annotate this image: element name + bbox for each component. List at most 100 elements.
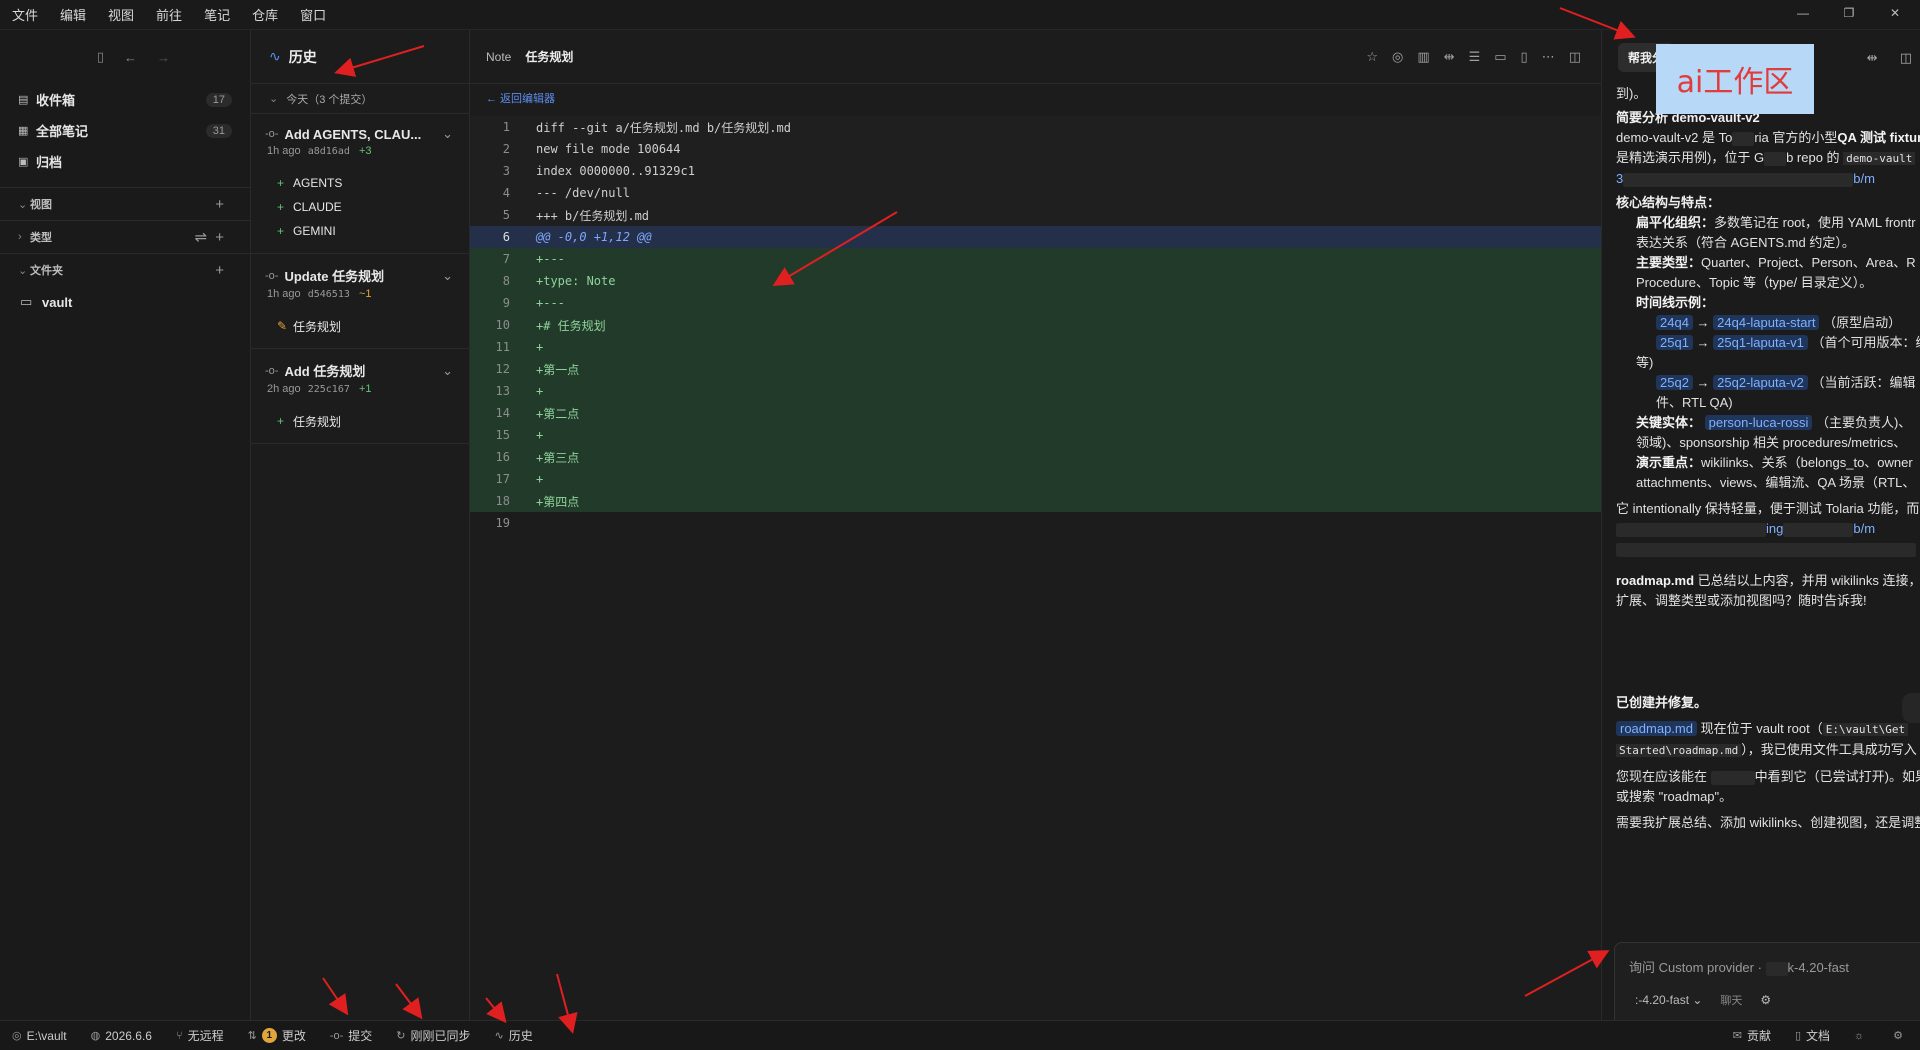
check-circle-icon[interactable]: ◎ bbox=[1392, 49, 1403, 65]
wikilink[interactable]: 25q1-laputa-v1 bbox=[1713, 335, 1808, 350]
commit-delta: ~1 bbox=[358, 288, 372, 300]
diff-line: 15 + bbox=[470, 424, 1601, 446]
link[interactable]: 3 bbox=[1616, 171, 1623, 186]
wikilink[interactable]: 25q2-laputa-v2 bbox=[1713, 375, 1808, 390]
status-changes[interactable]: ⇅ 1 更改 bbox=[236, 1027, 318, 1044]
notes-icon: ▦ bbox=[18, 125, 29, 137]
section-views[interactable]: ⌄ 视图 + bbox=[0, 188, 250, 220]
link[interactable]: b/m bbox=[1853, 171, 1875, 186]
message-line: 演示重点：wikilinks、关系（belongs_to、owner bbox=[1616, 453, 1920, 473]
window-controls: — ❐ ✕ bbox=[1780, 6, 1918, 20]
commit-file[interactable]: + AGENTS bbox=[265, 171, 469, 195]
split-icon[interactable]: ⇹ bbox=[1444, 49, 1455, 65]
add-folder-icon[interactable]: + bbox=[215, 262, 232, 279]
wikilink[interactable]: roadmap.md bbox=[1616, 721, 1697, 736]
text: 关键实体： bbox=[1636, 415, 1702, 430]
diff-line: 12 +第一点 bbox=[470, 358, 1601, 380]
breadcrumb-note[interactable]: Note bbox=[486, 50, 511, 64]
menu-file[interactable]: 文件 bbox=[12, 5, 38, 24]
vault-icon: ◎ bbox=[12, 1030, 22, 1042]
commit-file[interactable]: ✎ 任务规划 bbox=[265, 314, 469, 338]
chevron-down-icon[interactable]: ⌄ bbox=[442, 268, 453, 284]
commit-file[interactable]: + CLAUDE bbox=[265, 195, 469, 219]
wikilink[interactable]: person-luca-rossi bbox=[1704, 415, 1813, 430]
minimize-icon[interactable]: — bbox=[1780, 6, 1826, 20]
map-icon[interactable]: ▥ bbox=[1417, 49, 1429, 65]
commit-entry[interactable]: -o- Add AGENTS, CLAU... ⌄ 1h ago a8d16ad… bbox=[251, 114, 469, 254]
wikilink[interactable]: 25q2 bbox=[1656, 375, 1693, 390]
list-icon[interactable]: ☰ bbox=[1469, 49, 1481, 65]
status-history[interactable]: ∿ 历史 bbox=[483, 1027, 545, 1044]
composer-placeholder[interactable]: 询问 Custom provider · k-4.20-fast bbox=[1615, 943, 1920, 976]
ai-composer[interactable]: 询问 Custom provider · k-4.20-fast :-4.20-… bbox=[1614, 942, 1920, 1020]
message-line: 25q1 → 25q1-laputa-v1 （首个可用版本：编 bbox=[1616, 333, 1920, 353]
menu-view[interactable]: 视图 bbox=[108, 5, 134, 24]
wikilink[interactable]: 24q4 bbox=[1656, 315, 1693, 330]
chat-mode-label[interactable]: 聊天 bbox=[1720, 992, 1742, 1008]
commit-entry[interactable]: -o- Add 任务规划 ⌄ 2h ago 225c167 +1 + 任务规划 bbox=[251, 349, 469, 444]
close-icon[interactable]: ✕ bbox=[1872, 6, 1918, 20]
maximize-icon[interactable]: ❐ bbox=[1826, 6, 1872, 20]
star-icon[interactable]: ☆ bbox=[1366, 49, 1378, 65]
status-sync[interactable]: ↻ 刚刚已同步 bbox=[384, 1027, 482, 1044]
add-view-icon[interactable]: + bbox=[215, 196, 232, 213]
left-sidebar: ▯ ← → ▤ 收件箱 17 ▦ 全部笔记 31 ▣ 归档 ⌄ 视图 + › 类… bbox=[0, 30, 251, 1020]
diff-editor: Note 任务规划 ☆ ◎ ▥ ⇹ ☰ ▭ ▯ ⋯ ◫ ← 返回编辑器 1 dif… bbox=[470, 30, 1601, 1020]
sidebar-item-archive[interactable]: ▣ 归档 bbox=[0, 146, 250, 177]
section-label: 文件夹 bbox=[30, 265, 63, 277]
line-number: 15 bbox=[495, 428, 510, 442]
message-line: 表达关系（符合 AGENTS.md 约定）。 bbox=[1636, 235, 1855, 250]
menu-window[interactable]: 窗口 bbox=[300, 5, 326, 24]
sidebar-item-all-notes[interactable]: ▦ 全部笔记 31 bbox=[0, 115, 250, 146]
clipboard-icon[interactable]: ▯ bbox=[1521, 49, 1528, 65]
wikilink[interactable]: 25q1 bbox=[1656, 335, 1693, 350]
line-number: 4 bbox=[502, 186, 510, 200]
model-select[interactable]: :-4.20-fast ⌄ bbox=[1635, 993, 1702, 1007]
history-group-today[interactable]: ⌄ 今天（3 个提交） bbox=[251, 84, 469, 114]
link[interactable]: ing bbox=[1766, 521, 1783, 536]
status-vault[interactable]: ◎ E:\vault bbox=[0, 1029, 79, 1043]
panel-toggle-icon[interactable]: ◫ bbox=[1569, 49, 1581, 65]
expand-icon[interactable]: ⇹ bbox=[1867, 50, 1878, 66]
history-header: ∿ 历史 bbox=[251, 30, 469, 84]
message-line: Started\roadmap.md ），我已使用文件工具成功写入 bbox=[1616, 740, 1920, 761]
commit-file[interactable]: + 任务规划 bbox=[265, 409, 469, 433]
section-folders[interactable]: ⌄ 文件夹 + bbox=[0, 254, 250, 286]
folder-vault[interactable]: ▭ vault bbox=[0, 286, 250, 318]
more-icon[interactable]: ⋯ bbox=[1542, 49, 1555, 65]
theme-toggle[interactable]: ☼ bbox=[1842, 1030, 1881, 1042]
panel-close-icon[interactable]: ◫ bbox=[1900, 50, 1912, 66]
status-settings[interactable]: ⚙ bbox=[1881, 1029, 1920, 1042]
back-to-editor-link[interactable]: ← 返回编辑器 bbox=[470, 84, 1601, 112]
line-code: +--- bbox=[536, 252, 565, 266]
menu-go[interactable]: 前往 bbox=[156, 5, 182, 24]
status-contribute[interactable]: ✉ 贡献 bbox=[1721, 1027, 1783, 1044]
chevron-down-icon[interactable]: ⌄ bbox=[442, 126, 453, 142]
type-actions-icon[interactable]: ⇌+ bbox=[195, 228, 232, 246]
text: b repo 的 bbox=[1786, 150, 1840, 165]
status-docs[interactable]: ▯ 文档 bbox=[1783, 1027, 1842, 1044]
status-commit[interactable]: -o- 提交 bbox=[318, 1027, 384, 1044]
chevron-down-icon[interactable]: ⌄ bbox=[442, 363, 453, 379]
sidebar-item-inbox[interactable]: ▤ 收件箱 17 bbox=[0, 84, 250, 115]
link[interactable]: b/m bbox=[1853, 521, 1875, 536]
status-remote[interactable]: ⑂ 无远程 bbox=[164, 1027, 236, 1044]
menu-edit[interactable]: 编辑 bbox=[60, 5, 86, 24]
line-code: @@ -0,0 +1,12 @@ bbox=[536, 230, 652, 244]
forward-arrow-icon[interactable]: → bbox=[157, 50, 170, 65]
status-version[interactable]: ◍ 2026.6.6 bbox=[79, 1029, 164, 1043]
menu-repo[interactable]: 仓库 bbox=[252, 5, 278, 24]
settings-icon[interactable]: ⚙ bbox=[1760, 993, 1771, 1007]
line-code: +--- bbox=[536, 296, 565, 310]
wikilink[interactable]: 24q4-laputa-start bbox=[1713, 315, 1820, 330]
file-name: GEMINI bbox=[293, 224, 336, 238]
section-types[interactable]: › 类型 ⇌+ bbox=[0, 221, 250, 253]
sidebar-toggle-icon[interactable]: ▯ bbox=[97, 49, 104, 65]
text: 文档 bbox=[1806, 1029, 1831, 1043]
commit-file[interactable]: + GEMINI bbox=[265, 219, 469, 243]
commit-entry[interactable]: -o- Update 任务规划 ⌄ 1h ago d546513 ~1 ✎ 任务规… bbox=[251, 254, 469, 349]
contribute-icon: ✉ bbox=[1732, 1030, 1742, 1042]
menu-note[interactable]: 笔记 bbox=[204, 5, 230, 24]
back-arrow-icon[interactable]: ← bbox=[124, 50, 137, 65]
folder-open-icon[interactable]: ▭ bbox=[1494, 49, 1506, 65]
